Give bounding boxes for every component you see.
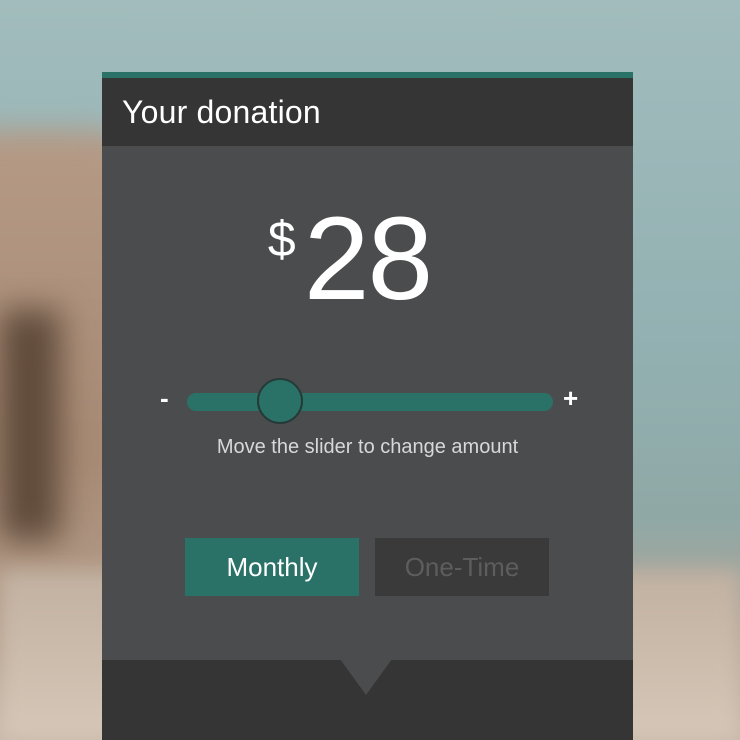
panel-footer <box>102 659 633 740</box>
amount-value: 28 <box>303 193 433 325</box>
slider-hint: Move the slider to change amount <box>216 436 519 458</box>
panel-title: Your donation <box>122 93 321 130</box>
currency-symbol: $ <box>267 211 296 267</box>
slider-thumb[interactable] <box>257 378 304 424</box>
slider-track[interactable] <box>187 393 553 411</box>
panel-header: Your donation <box>102 78 633 146</box>
donation-panel: Your donation $ 28 - + Move the slider t… <box>102 72 633 740</box>
amount-slider: - + <box>102 372 633 432</box>
decrease-button[interactable]: - <box>160 383 169 414</box>
monthly-button[interactable]: Monthly <box>185 538 359 596</box>
amount-display: $ 28 <box>102 200 633 340</box>
background-doorway <box>0 310 60 540</box>
pointer-notch <box>340 659 392 695</box>
one-time-button[interactable]: One-Time <box>375 538 549 596</box>
increase-button[interactable]: + <box>563 383 578 414</box>
